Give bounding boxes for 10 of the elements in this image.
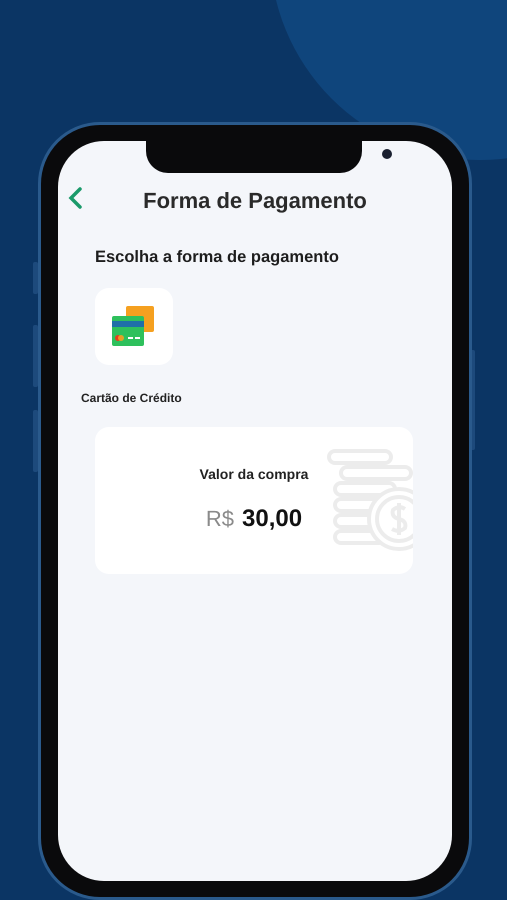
page-title: Forma de Pagamento xyxy=(143,186,367,215)
purchase-label: Valor da compra xyxy=(200,464,308,484)
back-icon[interactable] xyxy=(68,187,82,209)
section-title: Escolha a forma de pagamento xyxy=(95,247,340,268)
currency-symbol: R$ xyxy=(206,504,234,533)
purchase-amount: 30,00 xyxy=(242,504,302,534)
payment-option[interactable] xyxy=(95,288,173,365)
camera-icon xyxy=(382,149,392,159)
credit-cards-icon xyxy=(112,304,156,348)
payment-option-label: Cartão de Crédito xyxy=(81,390,183,407)
